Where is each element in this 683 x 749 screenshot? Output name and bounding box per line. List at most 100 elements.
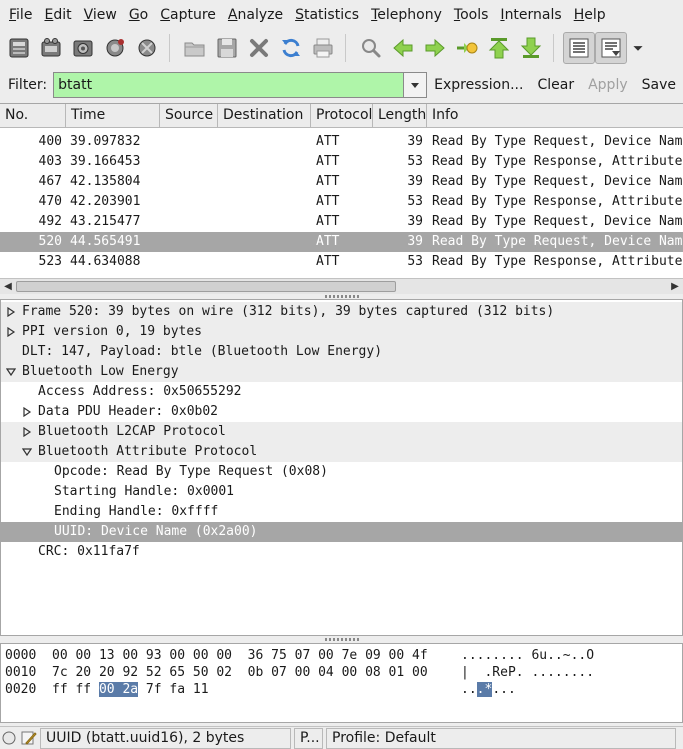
find-packet-button[interactable] — [355, 32, 387, 64]
packet-row[interactable]: 400 39.097832 ATT 39 Read By Type Request, D… — [0, 132, 683, 152]
detail-tree-item[interactable]: PPI version 0, 19 bytes — [1, 322, 682, 342]
reload-button[interactable] — [275, 32, 307, 64]
expander-closed-icon[interactable] — [20, 422, 34, 442]
capture-options-button[interactable] — [35, 32, 67, 64]
interfaces-button[interactable] — [3, 32, 35, 64]
detail-tree-item[interactable]: DLT: 147, Payload: btle (Bluetooth Low E… — [1, 342, 682, 362]
column-header-destination[interactable]: Destination — [218, 104, 311, 128]
column-header-no[interactable]: No. — [0, 104, 66, 128]
filter-history-dropdown[interactable] — [404, 72, 428, 98]
expander-closed-icon[interactable] — [4, 322, 18, 342]
close-file-button[interactable] — [243, 32, 275, 64]
detail-tree-item[interactable]: UUID: Device Name (0x2a00) — [1, 522, 682, 542]
menu-analyze[interactable]: Analyze — [222, 1, 289, 29]
capture-comment-button[interactable] — [18, 728, 40, 749]
menu-help[interactable]: Help — [568, 1, 612, 29]
go-to-packet-icon — [457, 42, 478, 54]
expander-open-icon[interactable] — [20, 442, 34, 462]
scrollbar-thumb[interactable] — [16, 281, 396, 292]
packet-row[interactable]: 492 43.215477 ATT 39 Read By Type Request, D… — [0, 212, 683, 232]
packet-cell-time: 44.565491 — [70, 234, 141, 249]
packet-row[interactable]: 520 44.565491 ATT 39 Read By Type Request, D… — [0, 232, 683, 252]
go-forward-button[interactable] — [419, 32, 451, 64]
column-header-protocol[interactable]: Protocol — [311, 104, 373, 128]
menu-view[interactable]: View — [78, 1, 123, 29]
go-forward-icon — [425, 38, 445, 58]
go-back-button[interactable] — [387, 32, 419, 64]
save-filter-button[interactable]: Save — [635, 72, 683, 98]
packet-row[interactable]: 523 44.634088 ATT 53 Read By Type Response, … — [0, 252, 683, 272]
packet-cell-info: Read By Type Request, Device Name — [432, 214, 683, 229]
detail-tree-item[interactable]: Data PDU Header: 0x0b02 — [1, 402, 682, 422]
save-file-button[interactable] — [211, 32, 243, 64]
byte-hex[interactable]: 00 00 13 00 93 00 00 00 36 75 07 00 7e 0… — [52, 647, 428, 664]
start-capture-button[interactable] — [67, 32, 99, 64]
packet-cell-protocol: ATT — [316, 214, 340, 229]
packet-list-horizontal-scrollbar[interactable]: ◀ ▶ — [0, 278, 683, 294]
go-to-packet-button[interactable] — [451, 32, 483, 64]
colorize-button[interactable] — [563, 32, 595, 64]
detail-tree-item[interactable]: Bluetooth Low Energy — [1, 362, 682, 382]
last-packet-button[interactable] — [515, 32, 547, 64]
packet-cell-protocol: ATT — [316, 234, 340, 249]
toolbar-separator — [553, 34, 559, 62]
detail-tree-item[interactable]: Frame 520: 39 bytes on wire (312 bits), … — [1, 302, 682, 322]
column-header-source[interactable]: Source — [160, 104, 218, 128]
stop-capture-button[interactable] — [99, 32, 131, 64]
column-header-info[interactable]: Info — [427, 104, 683, 128]
scroll-left-icon[interactable]: ◀ — [2, 281, 14, 293]
menu-statistics[interactable]: Statistics — [289, 1, 365, 29]
first-packet-button[interactable] — [483, 32, 515, 64]
column-header-time[interactable]: Time — [66, 104, 160, 128]
byte-hex[interactable]: 7c 20 20 92 52 65 50 02 0b 07 00 04 00 0… — [52, 664, 428, 681]
edit-comment-icon — [21, 731, 37, 745]
restart-capture-button[interactable] — [131, 32, 163, 64]
packet-row[interactable]: 467 42.135804 ATT 39 Read By Type Request, D… — [0, 172, 683, 192]
detail-tree-item[interactable]: Access Address: 0x50655292 — [1, 382, 682, 402]
first-packet-icon — [488, 38, 510, 59]
byte-ascii[interactable]: | .ReP. ........ — [461, 664, 594, 681]
detail-tree-item[interactable]: Bluetooth Attribute Protocol — [1, 442, 682, 462]
menu-tools[interactable]: Tools — [448, 1, 495, 29]
menu-file[interactable]: File — [3, 1, 38, 29]
expander-closed-icon[interactable] — [4, 302, 18, 322]
byte-ascii[interactable]: ........ 6u..~..O — [461, 647, 594, 664]
apply-filter-button[interactable]: Apply — [581, 72, 635, 98]
detail-tree-item[interactable]: Bluetooth L2CAP Protocol — [1, 422, 682, 442]
open-file-icon — [184, 42, 205, 57]
menu-capture[interactable]: Capture — [154, 1, 222, 29]
menu-internals[interactable]: Internals — [494, 1, 567, 29]
status-profile[interactable]: Profile: Default — [326, 727, 676, 749]
pane-splitter-handle[interactable] — [0, 636, 683, 642]
print-button[interactable] — [307, 32, 339, 64]
byte-hex[interactable]: ff ff 00 2a 7f fa 11 — [52, 681, 209, 698]
detail-tree-text: Bluetooth L2CAP Protocol — [38, 424, 226, 439]
detail-tree-item[interactable]: Ending Handle: 0xffff — [1, 502, 682, 522]
clear-filter-button[interactable]: Clear — [530, 72, 581, 98]
expander-closed-icon[interactable] — [20, 402, 34, 422]
menu-telephony[interactable]: Telephony — [365, 1, 448, 29]
expression-button[interactable]: Expression... — [427, 72, 530, 98]
display-filter-input[interactable]: btatt — [53, 72, 405, 98]
filter-label: Filter: — [8, 77, 48, 93]
packet-cell-length: 53 — [407, 254, 423, 269]
packet-row[interactable]: 403 39.166453 ATT 53 Read By Type Response, … — [0, 152, 683, 172]
menu-go[interactable]: Go — [123, 1, 154, 29]
byte-hex-text: ff ff — [52, 682, 99, 697]
find-icon — [362, 39, 381, 58]
expert-info-button[interactable] — [0, 728, 18, 749]
detail-tree-item[interactable]: Opcode: Read By Type Request (0x08) — [1, 462, 682, 482]
menu-edit[interactable]: Edit — [38, 1, 77, 29]
column-header-length[interactable]: Length — [373, 104, 427, 128]
detail-tree-item[interactable]: Starting Handle: 0x0001 — [1, 482, 682, 502]
packet-row[interactable]: 470 42.203901 ATT 53 Read By Type Response, … — [0, 192, 683, 212]
detail-tree-item[interactable]: CRC: 0x11fa7f — [1, 542, 682, 562]
print-icon — [313, 38, 333, 58]
open-file-button[interactable] — [179, 32, 211, 64]
toolbar-overflow-button[interactable] — [627, 32, 649, 64]
auto-scroll-button[interactable] — [595, 32, 627, 64]
capture-options-icon — [41, 38, 61, 57]
byte-ascii[interactable]: ...*... — [461, 681, 516, 698]
expander-open-icon[interactable] — [4, 362, 18, 382]
scroll-right-icon[interactable]: ▶ — [669, 281, 681, 293]
